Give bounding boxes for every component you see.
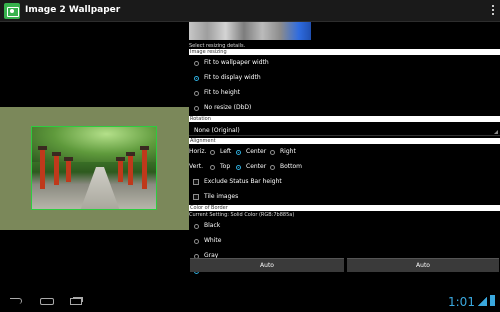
dropdown-corner-icon — [494, 130, 498, 134]
section-border-color: Color of Border — [189, 205, 500, 211]
wallpaper-preview — [0, 107, 189, 230]
color-option-row[interactable]: White — [189, 235, 500, 247]
resize-option-row[interactable]: Fit to display width — [189, 72, 500, 84]
resize-option-row[interactable]: Fit to wallpaper width — [189, 57, 500, 69]
recent-apps-icon[interactable] — [70, 298, 82, 305]
wifi-signal-icon — [478, 296, 487, 306]
radio-button[interactable] — [236, 150, 241, 155]
action-bar: Image 2 Wallpaper — [0, 0, 500, 22]
pixelated-banner — [189, 22, 311, 40]
battery-icon — [490, 295, 495, 306]
border-current-setting: Current Setting: Solid Color (RGB:7b885a… — [189, 212, 295, 218]
app-title: Image 2 Wallpaper — [25, 5, 121, 15]
radio-button[interactable] — [194, 239, 199, 244]
home-icon[interactable] — [40, 298, 54, 305]
vertical-alignment-row: Vert. Top Center Bottom — [189, 161, 500, 173]
section-alignment: Alignment — [189, 138, 500, 144]
rotation-select[interactable]: None (Original) — [189, 124, 500, 136]
radio-button[interactable] — [194, 91, 199, 96]
radio-button[interactable] — [194, 76, 199, 81]
wallpaper-app-icon[interactable] — [4, 3, 20, 19]
settings-panel: Select resizing details. Image resizing … — [189, 22, 500, 276]
radio-button[interactable] — [236, 165, 241, 170]
back-icon[interactable] — [10, 298, 22, 304]
tile-images-row[interactable]: Tile images — [189, 191, 500, 203]
vert-label: Vert. — [189, 163, 204, 170]
overflow-menu-icon[interactable] — [491, 5, 495, 17]
radio-button[interactable] — [210, 165, 215, 170]
section-image-resizing: Image resizing — [189, 49, 500, 55]
resize-option-row[interactable]: No resize (DbD) — [189, 102, 500, 114]
exclude-status-bar-row[interactable]: Exclude Status Bar height — [189, 176, 500, 188]
radio-button[interactable] — [194, 224, 199, 229]
radio-button[interactable] — [194, 61, 199, 66]
radio-button[interactable] — [270, 150, 275, 155]
preview-image — [31, 126, 157, 210]
system-nav-bar: 1:01 — [0, 291, 500, 312]
status-clock: 1:01 — [448, 295, 475, 309]
radio-button[interactable] — [194, 106, 199, 111]
auto-button-right[interactable]: Auto — [347, 258, 499, 272]
rotation-value: None (Original) — [194, 127, 240, 134]
radio-button[interactable] — [270, 165, 275, 170]
color-option-row[interactable]: Black — [189, 220, 500, 232]
horiz-label: Horiz. — [189, 148, 207, 155]
radio-button[interactable] — [210, 150, 215, 155]
checkbox[interactable] — [193, 179, 199, 185]
section-rotation: Rotation — [189, 116, 500, 122]
auto-button-left[interactable]: Auto — [190, 258, 344, 272]
checkbox[interactable] — [193, 194, 199, 200]
horizontal-alignment-row: Horiz. Left Center Right — [189, 146, 500, 158]
resize-option-row[interactable]: Fit to height — [189, 87, 500, 99]
